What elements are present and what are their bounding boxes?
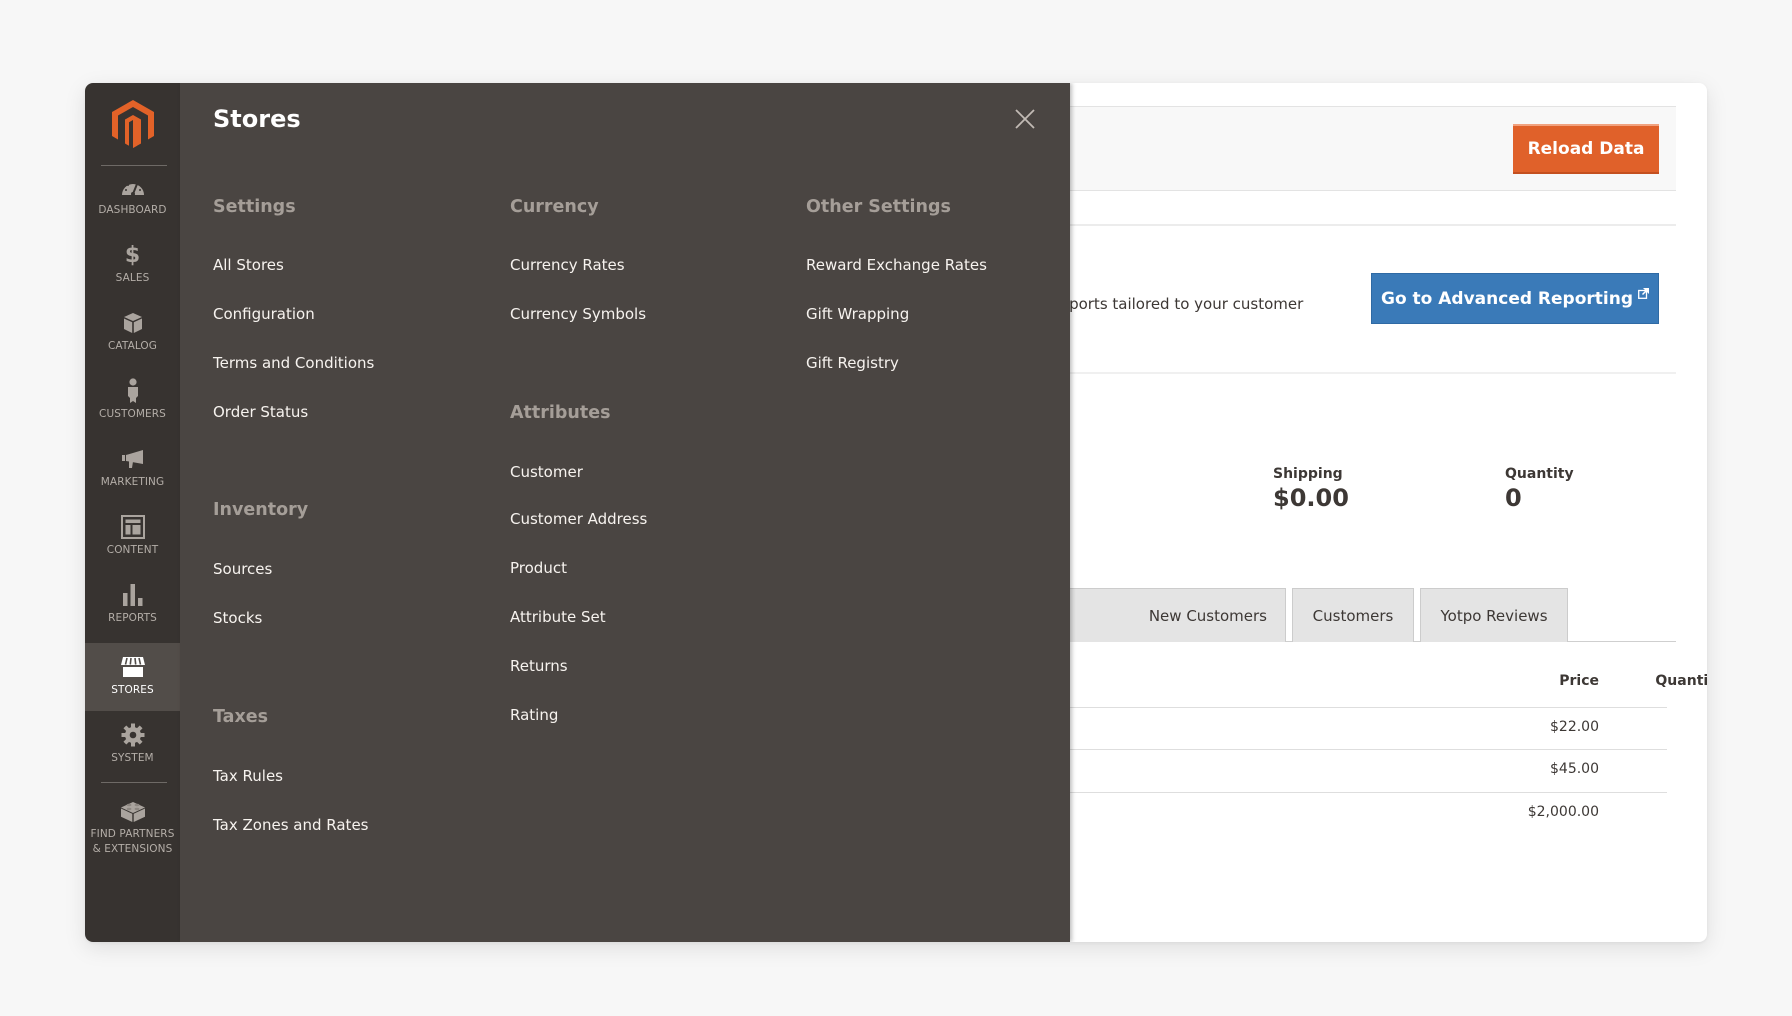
menu-link-gift-wrapping[interactable]: Gift Wrapping: [806, 305, 909, 323]
person-icon: [85, 378, 180, 403]
menu-link-sources[interactable]: Sources: [213, 560, 272, 578]
row-divider: [1070, 707, 1667, 708]
layout-icon: [85, 515, 180, 539]
nav-marketing[interactable]: MARKETING: [85, 437, 180, 505]
nav-label: CUSTOMERS: [99, 408, 166, 420]
row-divider: [1070, 792, 1667, 793]
tab-yotpo-reviews[interactable]: Yotpo Reviews: [1420, 588, 1568, 642]
menu-link-attribute-set[interactable]: Attribute Set: [510, 608, 606, 626]
bar-chart-icon: [85, 583, 180, 607]
magento-logo-icon[interactable]: [112, 100, 154, 148]
menu-link-tax-rules[interactable]: Tax Rules: [213, 767, 283, 785]
menu-link-product[interactable]: Product: [510, 559, 567, 577]
column-header-price: Price: [1559, 673, 1599, 689]
stat-label: Shipping: [1273, 466, 1343, 482]
gear-icon: [85, 723, 180, 747]
admin-window: DASHBOARD $ SALES CATALOG CUSTOMERS MARK…: [85, 83, 1707, 942]
menu-link-currency-symbols[interactable]: Currency Symbols: [510, 305, 646, 323]
nav-reports[interactable]: REPORTS: [85, 573, 180, 641]
dashboard-content: Reload Data reports tailored to your cus…: [1010, 83, 1707, 942]
stat-shipping: Shipping $0.00: [1273, 466, 1349, 512]
nav-label-line2: & EXTENSIONS: [92, 843, 173, 855]
nav-label: DASHBOARD: [98, 204, 167, 216]
nav-dashboard[interactable]: DASHBOARD: [85, 165, 180, 233]
cell-quantity: 1: [1624, 804, 1707, 820]
menu-heading-attributes: Attributes: [510, 403, 611, 423]
menu-link-reward-exchange-rates[interactable]: Reward Exchange Rates: [806, 256, 987, 274]
external-link-icon: [1638, 284, 1650, 304]
advanced-reporting-label: Go to Advanced Reporting: [1380, 288, 1634, 309]
stat-quantity: Quantity 0: [1505, 466, 1574, 512]
menu-heading-taxes: Taxes: [213, 707, 269, 727]
menu-heading-currency: Currency: [510, 197, 599, 217]
cell-price: $22.00: [1550, 719, 1599, 735]
nav-sales[interactable]: $ SALES: [85, 233, 180, 301]
menu-link-tax-zones-and-rates[interactable]: Tax Zones and Rates: [213, 816, 369, 834]
column-header-quantity: Quantity: [1655, 673, 1707, 689]
cell-price: $2,000.00: [1527, 804, 1599, 820]
megaphone-icon: [85, 447, 180, 471]
nav-label: STORES: [111, 684, 154, 696]
nav-label: FIND PARTNERS & EXTENSIONS: [85, 827, 180, 857]
section-divider: [1070, 224, 1676, 226]
menu-heading-settings: Settings: [213, 197, 296, 217]
close-icon[interactable]: [1014, 108, 1036, 130]
nav-label: REPORTS: [108, 612, 157, 624]
nav-label: SYSTEM: [111, 752, 154, 764]
admin-sidebar: DASHBOARD $ SALES CATALOG CUSTOMERS MARK…: [85, 83, 180, 942]
menu-link-stocks[interactable]: Stocks: [213, 609, 262, 627]
stat-label: Quantity: [1505, 466, 1574, 482]
nav-label: SALES: [115, 272, 150, 284]
menu-link-gift-registry[interactable]: Gift Registry: [806, 354, 899, 372]
stat-value: $0.00: [1273, 484, 1349, 512]
reload-data-button[interactable]: Reload Data: [1513, 124, 1659, 174]
cell-quantity: 12: [1624, 719, 1707, 735]
menu-link-currency-rates[interactable]: Currency Rates: [510, 256, 625, 274]
flyout-title: Stores: [213, 105, 301, 133]
row-divider: [1070, 749, 1667, 750]
stat-value: 0: [1505, 484, 1522, 512]
storefront-icon: [85, 655, 180, 679]
menu-heading-inventory: Inventory: [213, 500, 309, 520]
dashboard-header-bar: Reload Data: [1070, 106, 1676, 191]
box-icon: [85, 311, 180, 335]
cell-price: $45.00: [1550, 761, 1599, 777]
menu-heading-other-settings: Other Settings: [806, 197, 951, 217]
nav-label: CATALOG: [107, 340, 158, 352]
nav-label-line1: FIND PARTNERS: [90, 828, 175, 840]
nav-find-partners[interactable]: FIND PARTNERS & EXTENSIONS: [85, 789, 180, 869]
nav-content[interactable]: CONTENT: [85, 505, 180, 573]
tab-customers[interactable]: Customers: [1292, 588, 1414, 642]
nav-customers[interactable]: CUSTOMERS: [85, 369, 180, 437]
nav-stores[interactable]: STORES: [85, 643, 180, 711]
cell-quantity: 5: [1624, 761, 1707, 777]
lego-brick-icon: [85, 799, 180, 823]
advanced-reporting-description: reports tailored to your customer: [1054, 295, 1304, 313]
menu-link-customer-address[interactable]: Customer Address: [510, 510, 647, 528]
dashboard-gauge-icon: [85, 175, 180, 199]
nav-label: CONTENT: [106, 544, 159, 556]
nav-label: MARKETING: [100, 476, 165, 488]
menu-link-customer[interactable]: Customer: [510, 463, 583, 481]
dollar-icon: $: [124, 242, 141, 268]
menu-link-configuration[interactable]: Configuration: [213, 305, 315, 323]
dashboard-tabs: New Customers Customers Yotpo Reviews: [1010, 588, 1676, 642]
menu-link-all-stores[interactable]: All Stores: [213, 256, 284, 274]
advanced-reporting-button[interactable]: Go to Advanced Reporting: [1371, 273, 1659, 324]
menu-link-order-status[interactable]: Order Status: [213, 403, 308, 421]
menu-link-terms-and-conditions[interactable]: Terms and Conditions: [213, 354, 374, 372]
nav-divider: [101, 782, 167, 783]
nav-catalog[interactable]: CATALOG: [85, 301, 180, 369]
menu-link-rating[interactable]: Rating: [510, 706, 558, 724]
stores-flyout-menu: Stores Settings All Stores Configuration…: [180, 83, 1070, 942]
nav-system[interactable]: SYSTEM: [85, 713, 180, 781]
menu-link-returns[interactable]: Returns: [510, 657, 568, 675]
section-divider: [1070, 372, 1676, 374]
